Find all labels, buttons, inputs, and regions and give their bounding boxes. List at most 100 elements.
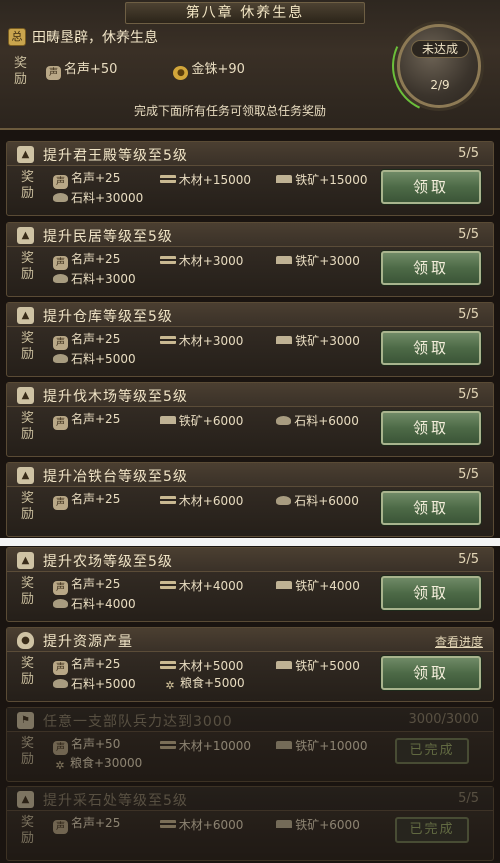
claim-button[interactable]: 领取 <box>381 170 481 204</box>
claim-button[interactable]: 领取 <box>381 411 481 445</box>
iron-icon <box>276 660 293 669</box>
reward-iron: 铁矿+5000 <box>276 657 383 674</box>
reward-stone: 石料+30000 <box>53 189 163 206</box>
reward-gold: ● 金铢+90 <box>173 58 245 80</box>
claim-button[interactable]: 领取 <box>381 656 481 690</box>
task-card: ▲ 提升伐木场等级至5级 5/5 奖励 声名声+25 铁矿+6000 石料+60… <box>6 382 494 457</box>
iron-icon <box>159 415 176 424</box>
building-icon: ▲ <box>17 467 34 484</box>
reward-fame: 声名声+25 <box>53 250 160 270</box>
reward-stone: 石料+4000 <box>53 595 163 612</box>
status-orb[interactable] <box>397 24 481 108</box>
iron-icon <box>276 174 293 183</box>
task-card: ▲ 提升采石处等级至5级 5/5 奖励 声名声+25 木材+6000 铁矿+60… <box>6 786 494 861</box>
reward-fame: 声名声+25 <box>53 330 160 350</box>
fame-icon: 声 <box>53 256 68 270</box>
reward-label: 奖励 <box>21 411 35 442</box>
reward-iron: 铁矿+15000 <box>276 171 383 188</box>
task-title: 提升资源产量 <box>43 634 133 650</box>
task-card: ▲ 提升冶铁台等级至5级 5/5 奖励 声名声+25 木材+6000 石料+60… <box>6 462 494 537</box>
reward-iron: 铁矿+3000 <box>276 252 383 269</box>
task-title: 提升采石处等级至5级 <box>43 793 188 809</box>
task-title: 提升民居等级至5级 <box>43 229 173 245</box>
wood-icon <box>159 660 176 669</box>
task-rewards: 声名声+25 铁矿+6000 石料+6000 <box>53 410 383 430</box>
iron-icon <box>276 255 293 264</box>
task-title: 提升农场等级至5级 <box>43 554 173 570</box>
building-icon: ▲ <box>17 552 34 569</box>
wood-icon <box>159 255 176 264</box>
task-rewards: 声名声+25 木材+15000 铁矿+15000 石料+30000 <box>53 170 383 206</box>
reward-stone: 石料+5000 <box>53 350 163 367</box>
task-card: ▲ 提升民居等级至5级 5/5 奖励 声名声+25 木材+3000 铁矿+300… <box>6 222 494 297</box>
flag-icon: ⚑ <box>17 712 34 729</box>
reward-wood: 木材+10000 <box>159 737 276 754</box>
reward-grain: ✲ 粮食+30000 <box>53 754 163 772</box>
stone-icon <box>53 353 68 363</box>
grain-sack-icon: ● <box>17 632 34 649</box>
reward-wood: 木材+15000 <box>159 171 276 188</box>
fame-icon: 声 <box>53 175 68 189</box>
reward-fame: 声名声+25 <box>53 169 160 189</box>
view-progress-link[interactable]: 查看进度 <box>435 633 483 650</box>
reward-wood: 木材+6000 <box>159 816 276 833</box>
task-title: 提升冶铁台等级至5级 <box>43 469 188 485</box>
reward-label: 奖励 <box>21 251 35 282</box>
reward-stone: 石料+6000 <box>276 492 383 509</box>
reward-fame: 声名声+25 <box>53 410 160 430</box>
reward-label: 奖励 <box>21 170 35 201</box>
task-count: 5/5 <box>458 552 479 567</box>
reward-label: 奖励 <box>21 491 35 522</box>
reward-label: 奖励 <box>14 56 28 87</box>
reward-iron: 铁矿+3000 <box>276 332 383 349</box>
wood-icon <box>159 740 176 749</box>
chapter-seal-icon: 总 <box>8 28 26 46</box>
task-card: ▲ 提升君王殿等级至5级 5/5 奖励 声名声+25 木材+15000 铁矿+1… <box>6 141 494 216</box>
task-rewards: 声名声+25 木材+3000 铁矿+3000 石料+5000 <box>53 331 383 367</box>
completed-badge: 已完成 <box>395 738 469 764</box>
reward-fame: 声名声+50 <box>46 58 117 80</box>
task-title: 提升仓库等级至5级 <box>43 309 173 325</box>
stone-icon <box>276 415 292 425</box>
reward-fame: 声名声+25 <box>53 575 160 595</box>
building-icon: ▲ <box>17 146 34 163</box>
wood-icon <box>159 174 176 183</box>
task-card: ▲ 提升农场等级至5级 5/5 奖励 声名声+25 木材+4000 铁矿+400… <box>6 547 494 622</box>
task-rewards: 声名声+25 木材+6000 铁矿+6000 <box>53 815 383 834</box>
reward-label: 奖励 <box>21 576 35 607</box>
wood-icon <box>159 335 176 344</box>
task-count: 5/5 <box>458 387 479 402</box>
task-rewards: 声名声+25 木材+4000 铁矿+4000 石料+4000 <box>53 576 383 612</box>
fame-icon: 声 <box>53 661 68 675</box>
wood-icon <box>159 495 176 504</box>
claim-button[interactable]: 领取 <box>381 576 481 610</box>
reward-label: 奖励 <box>21 331 35 362</box>
claim-button[interactable]: 领取 <box>381 491 481 525</box>
reward-fame: 声名声+50 <box>53 735 160 755</box>
building-icon: ▲ <box>17 227 34 244</box>
reward-wood: 木材+4000 <box>159 577 276 594</box>
completion-hint: 完成下面所有任务可领取总任务奖励 <box>133 104 326 118</box>
task-card: ⚑ 任意一支部队兵力达到3000 3000/3000 奖励 声名声+50 木材+… <box>6 707 494 782</box>
reward-iron: 铁矿+10000 <box>276 737 383 754</box>
stone-icon <box>53 273 68 283</box>
iron-icon <box>276 819 293 828</box>
task-count: 5/5 <box>458 467 479 482</box>
task-card: ▲ 提升仓库等级至5级 5/5 奖励 声名声+25 木材+3000 铁矿+300… <box>6 302 494 377</box>
grain-icon: ✲ <box>55 759 65 772</box>
stone-icon <box>53 192 68 202</box>
fame-icon: 声 <box>53 496 68 510</box>
reward-wood: 木材+3000 <box>159 252 276 269</box>
task-count: 5/5 <box>458 227 479 242</box>
task-count: 3000/3000 <box>408 712 479 727</box>
reward-fame: 声名声+25 <box>53 655 160 675</box>
building-icon: ▲ <box>17 307 34 324</box>
claim-button[interactable]: 领取 <box>381 331 481 365</box>
status-badge: 未达成 <box>411 40 469 58</box>
fame-icon: 声 <box>53 581 68 595</box>
fame-icon: 声 <box>46 66 61 80</box>
iron-icon <box>276 580 293 589</box>
reward-grain: ✲ 粮食+5000 <box>163 674 283 692</box>
claim-button[interactable]: 领取 <box>381 251 481 285</box>
section-divider <box>0 538 500 546</box>
